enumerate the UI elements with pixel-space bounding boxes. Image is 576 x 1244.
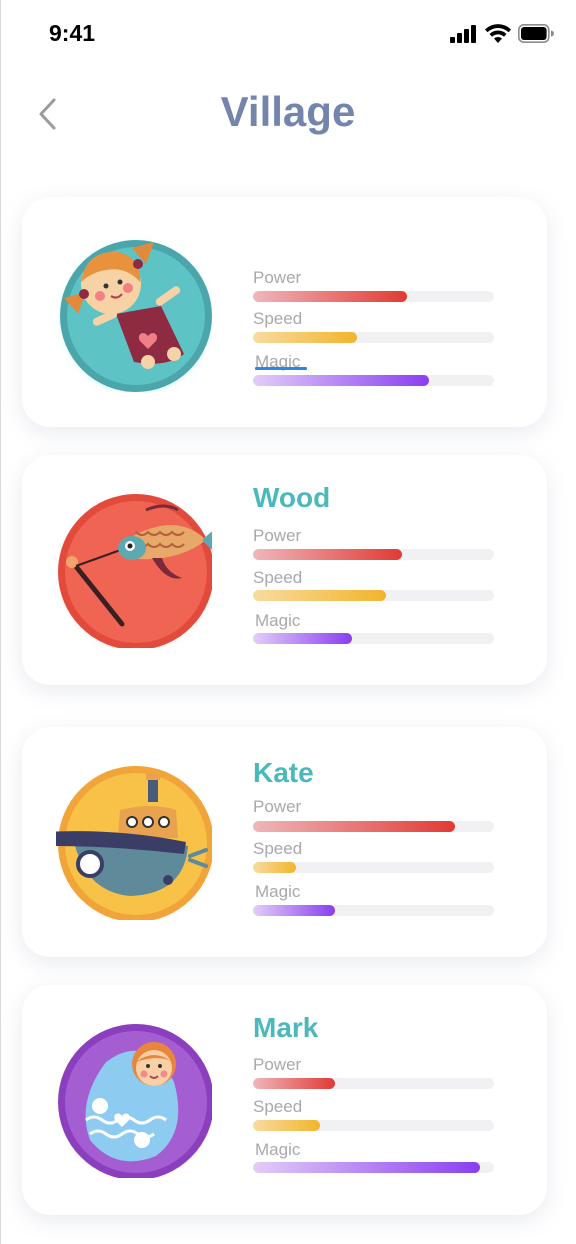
power-bar <box>253 821 494 832</box>
magic-label: Magic <box>255 611 301 630</box>
battery-icon <box>518 24 554 43</box>
speed-bar <box>253 590 494 601</box>
character-name: Wood <box>253 482 331 513</box>
status-bar: 9:41 <box>0 0 576 70</box>
character-name: Kate <box>253 757 314 788</box>
magic-bar <box>253 633 494 644</box>
left-edge-divider <box>0 0 1 1244</box>
character-card[interactable]: Mark Power Speed Magic <box>22 985 547 1215</box>
magic-label: Magic <box>255 882 301 901</box>
power-bar <box>253 291 494 302</box>
text-cursor-underline <box>255 367 307 370</box>
ship-icon <box>56 766 212 920</box>
magic-bar <box>253 375 494 386</box>
character-name: Mark <box>253 1012 319 1043</box>
character-card[interactable]: Wood Power Speed Magic <box>22 455 547 685</box>
status-icons <box>450 24 554 43</box>
speed-label: Speed <box>253 568 303 587</box>
magic-label: Magic <box>255 1140 301 1159</box>
speed-label: Speed <box>253 309 303 328</box>
power-bar <box>253 1078 494 1089</box>
power-bar <box>253 549 494 560</box>
cellular-signal-icon <box>450 24 476 43</box>
power-label: Power <box>253 797 302 816</box>
matryoshka-icon <box>58 1024 212 1178</box>
speed-label: Speed <box>253 1097 303 1116</box>
speed-bar <box>253 1120 494 1131</box>
doll-icon <box>60 240 212 392</box>
character-card[interactable]: Kate Power Speed Magic <box>22 727 547 957</box>
magic-bar <box>253 905 494 916</box>
speed-bar <box>253 862 494 873</box>
power-label: Power <box>253 268 302 287</box>
page-title: Village <box>220 88 356 135</box>
status-time: 9:41 <box>49 20 96 46</box>
magic-bar <box>253 1162 494 1173</box>
koi-flag-icon <box>58 494 212 648</box>
wifi-icon <box>485 24 511 43</box>
character-card[interactable]: Power Speed Magic <box>22 197 547 427</box>
power-label: Power <box>253 1055 302 1074</box>
power-label: Power <box>253 526 302 545</box>
speed-label: Speed <box>253 839 303 858</box>
speed-bar <box>253 332 494 343</box>
